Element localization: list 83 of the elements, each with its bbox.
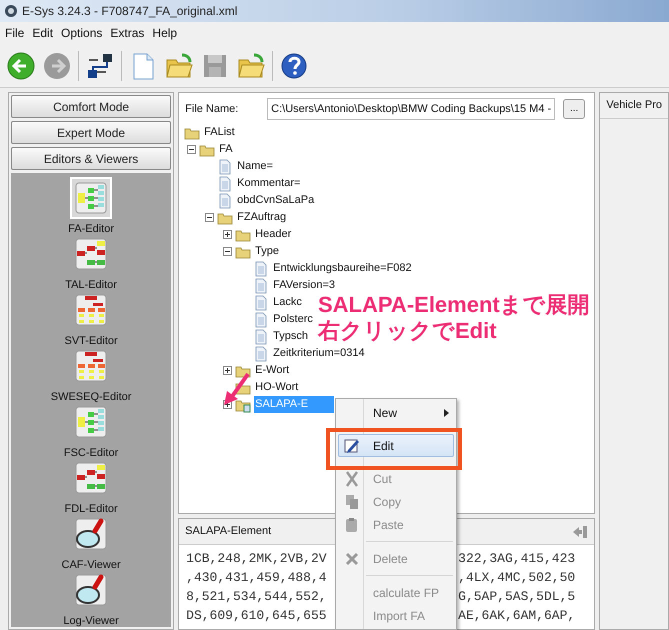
- tool-label[interactable]: TAL-Editor: [65, 278, 117, 292]
- document-icon: [217, 176, 234, 192]
- code-text: 322,3AG,415,423: [458, 550, 576, 568]
- menu-item[interactable]: Edit: [31, 24, 54, 42]
- code-text: DS,609,610,645,655: [186, 606, 328, 625]
- mode-button[interactable]: Expert Mode: [11, 121, 172, 144]
- diagram-icon[interactable]: [73, 404, 110, 440]
- document-icon: [253, 312, 270, 328]
- tool-label[interactable]: CAF-Viewer: [62, 558, 121, 572]
- file-name-field[interactable]: C:\Users\Antonio\Desktop\BMW Coding Backups\15 M4 -: [267, 98, 556, 120]
- tree-item[interactable]: Polsterc: [272, 311, 314, 328]
- code-text: G,5AP,5AS,5DL,5: [458, 588, 576, 606]
- diagram-icon[interactable]: [73, 348, 110, 384]
- tree-item[interactable]: FA: [218, 141, 234, 158]
- document-icon: [253, 346, 270, 362]
- tree-item[interactable]: FAList: [203, 124, 236, 141]
- delete-x-icon: [344, 550, 360, 566]
- open-folder-icon[interactable]: [236, 50, 266, 80]
- tool-label[interactable]: FSC-Editor: [64, 446, 118, 460]
- panel-title: Vehicle Pro: [606, 98, 662, 114]
- copy-icon: [344, 494, 360, 510]
- collapse-icon[interactable]: [205, 213, 214, 222]
- clipboard-icon: [344, 516, 360, 532]
- tree-item[interactable]: Header: [254, 226, 292, 243]
- submenu-arrow-icon: [444, 408, 449, 416]
- tree-item[interactable]: obdCvnSaLaPa: [236, 192, 316, 209]
- tool-label[interactable]: FDL-Editor: [64, 502, 118, 516]
- tree-item[interactable]: Type: [254, 243, 280, 260]
- magnifier-icon[interactable]: [73, 516, 110, 552]
- window-title: E-Sys 3.24.3 - F708747_FA_original.xml: [22, 3, 238, 20]
- tool-label[interactable]: SWESEQ-Editor: [50, 390, 132, 404]
- diagram-icon[interactable]: [73, 236, 110, 272]
- dock-arrow-icon[interactable]: [572, 524, 588, 540]
- magnifier-icon[interactable]: [73, 572, 110, 608]
- menu-item[interactable]: Options: [60, 24, 104, 42]
- code-text: AE,6AK,6AM,6AP,: [458, 606, 576, 625]
- annotation-text: SALAPA-Elementまで展開: [318, 292, 590, 318]
- app-icon: [4, 4, 18, 18]
- tool-label[interactable]: SVT-Editor: [64, 334, 118, 348]
- code-text: 8,521,534,544,552,: [186, 588, 328, 606]
- expand-icon[interactable]: [223, 366, 232, 375]
- tree-item[interactable]: Lackc: [272, 294, 303, 311]
- panel-title: SALAPA-Element: [185, 524, 272, 540]
- code-text: ,4LX,4MC,502,50: [458, 568, 576, 587]
- menu-item[interactable]: Extras: [109, 24, 146, 42]
- pencil-icon: [344, 438, 360, 454]
- tree-item[interactable]: Entwicklungsbaureihe=F082: [272, 260, 413, 277]
- tree-item[interactable]: E-Wort: [254, 362, 290, 379]
- annotation-text: 右クリックでEdit: [318, 318, 498, 344]
- menu-item[interactable]: Help: [151, 24, 178, 42]
- field-label: File Name:: [185, 102, 240, 117]
- tool-label[interactable]: Log-Viewer: [63, 614, 119, 628]
- diagram-icon[interactable]: [73, 460, 110, 496]
- document-icon: [253, 278, 270, 294]
- tree-item[interactable]: Zeitkriterium=0314: [272, 345, 366, 362]
- tree-item[interactable]: Kommentar=: [236, 175, 302, 192]
- code-text: ,430,431,459,488,4: [186, 568, 328, 587]
- help-icon[interactable]: [279, 50, 309, 80]
- mode-button[interactable]: Comfort Mode: [11, 95, 172, 118]
- document-icon: [217, 158, 234, 174]
- tool-label[interactable]: FA-Editor: [68, 222, 114, 236]
- document-icon: [253, 294, 270, 310]
- open-folder-icon[interactable]: [164, 50, 194, 80]
- diagram-icon[interactable]: [73, 292, 110, 328]
- document-icon: [253, 328, 270, 344]
- menu-item[interactable]: Edit: [338, 434, 454, 457]
- menu-item[interactable]: File: [4, 24, 26, 42]
- tree-item[interactable]: HO-Wort: [254, 379, 300, 396]
- tree-item[interactable]: FZAuftrag: [236, 209, 288, 226]
- tree-item[interactable]: Name=: [236, 158, 274, 175]
- collapse-icon[interactable]: [223, 247, 232, 256]
- browse-button[interactable]: ...: [563, 99, 586, 119]
- pointer-arrow: [224, 372, 250, 405]
- document-icon: [217, 192, 234, 208]
- tree-item[interactable]: FAVersion=3: [272, 277, 336, 294]
- tree-item[interactable]: Typsch: [272, 328, 310, 345]
- expand-icon[interactable]: [223, 230, 232, 239]
- code-text: 1CB,248,2MK,2VB,2V: [186, 550, 328, 568]
- diagram-icon[interactable]: [73, 180, 110, 216]
- mode-button[interactable]: Editors & Viewers: [11, 147, 172, 170]
- document-icon: [253, 260, 270, 276]
- menu-item[interactable]: New: [338, 401, 454, 424]
- collapse-icon[interactable]: [187, 145, 196, 154]
